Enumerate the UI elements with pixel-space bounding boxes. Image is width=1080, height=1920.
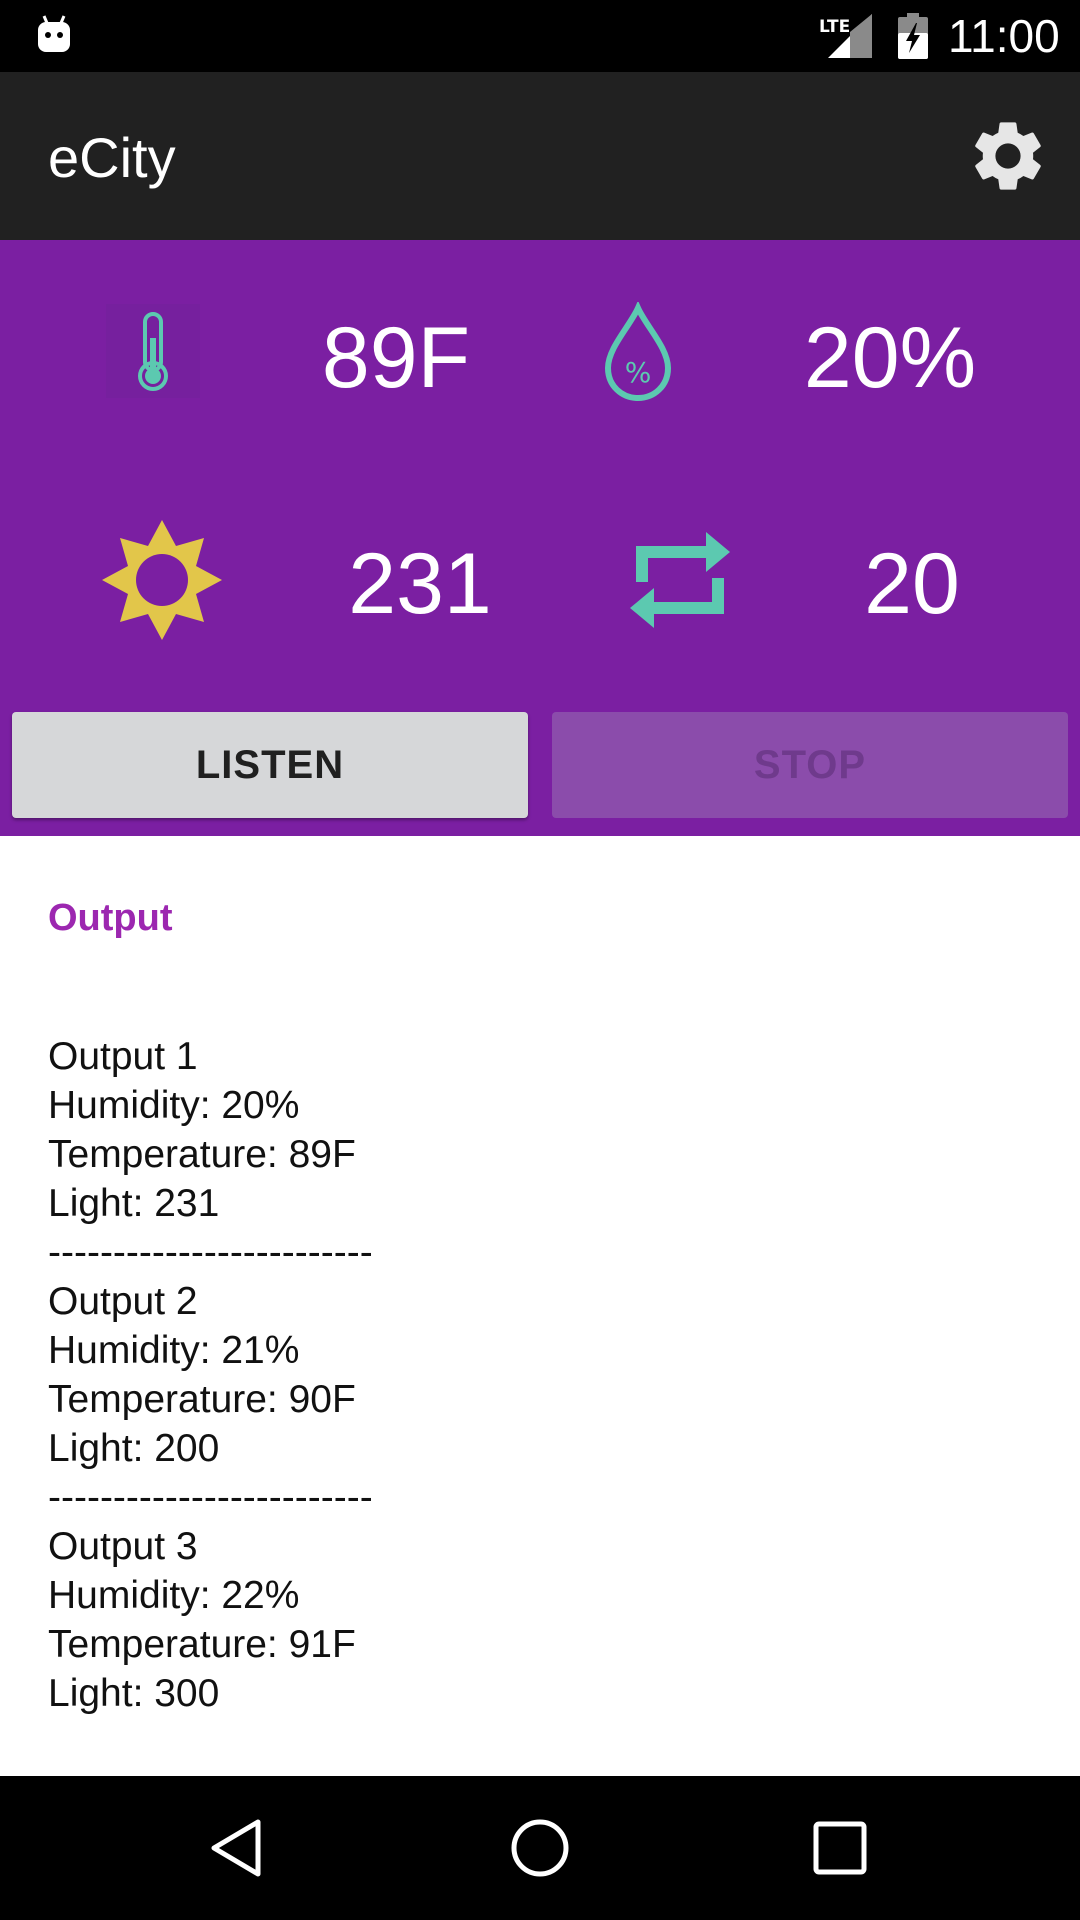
output-separator: ------------------------- bbox=[48, 1476, 373, 1519]
light-value: 231 bbox=[348, 536, 492, 632]
status-bar: LTE 11:00 bbox=[0, 0, 1080, 72]
temperature-value: 89F bbox=[321, 310, 471, 406]
output-line: Light: 231 bbox=[48, 1182, 220, 1225]
gear-icon[interactable] bbox=[966, 114, 1050, 198]
svg-text:%: % bbox=[625, 356, 652, 389]
output-line: Output 3 bbox=[48, 1525, 198, 1568]
navigation-bar bbox=[0, 1776, 1080, 1920]
output-line: Humidity: 21% bbox=[48, 1329, 300, 1372]
count-value: 20 bbox=[864, 536, 960, 632]
stop-button[interactable]: STOP bbox=[552, 712, 1068, 818]
output-line: Output 2 bbox=[48, 1280, 198, 1323]
output-line: Light: 200 bbox=[48, 1427, 220, 1470]
output-line: Temperature: 89F bbox=[48, 1133, 356, 1176]
output-section: Output Output 1 Humidity: 20% Temperatur… bbox=[48, 890, 1032, 1715]
svg-text:LTE: LTE bbox=[819, 17, 850, 37]
output-line: Humidity: 20% bbox=[48, 1084, 300, 1127]
sun-icon bbox=[102, 520, 222, 640]
thermometer-icon bbox=[106, 304, 200, 398]
listen-button[interactable]: LISTEN bbox=[12, 712, 528, 818]
app-bar: eCity bbox=[0, 72, 1080, 240]
output-line: Light: 300 bbox=[48, 1672, 220, 1715]
repeat-icon bbox=[630, 532, 730, 628]
lte-signal-icon: LTE bbox=[819, 14, 872, 58]
back-icon[interactable] bbox=[206, 1816, 270, 1880]
output-line: Humidity: 22% bbox=[48, 1574, 300, 1617]
output-heading: Output bbox=[48, 897, 173, 939]
humidity-value: 20% bbox=[803, 310, 977, 406]
output-line: Temperature: 90F bbox=[48, 1378, 356, 1421]
app-title: eCity bbox=[48, 126, 176, 189]
humidity-drop-icon: % bbox=[604, 302, 672, 402]
output-line: Temperature: 91F bbox=[48, 1623, 356, 1666]
output-log: Output 1 Humidity: 20% Temperature: 89F … bbox=[48, 1032, 373, 1718]
battery-charging-icon bbox=[898, 13, 928, 59]
recents-icon[interactable] bbox=[808, 1816, 872, 1880]
status-clock: 11:00 bbox=[948, 10, 1060, 62]
home-icon[interactable] bbox=[508, 1816, 572, 1880]
output-separator: ------------------------- bbox=[48, 1231, 373, 1274]
output-line: Output 1 bbox=[48, 1035, 198, 1078]
android-robot-icon bbox=[38, 15, 70, 52]
